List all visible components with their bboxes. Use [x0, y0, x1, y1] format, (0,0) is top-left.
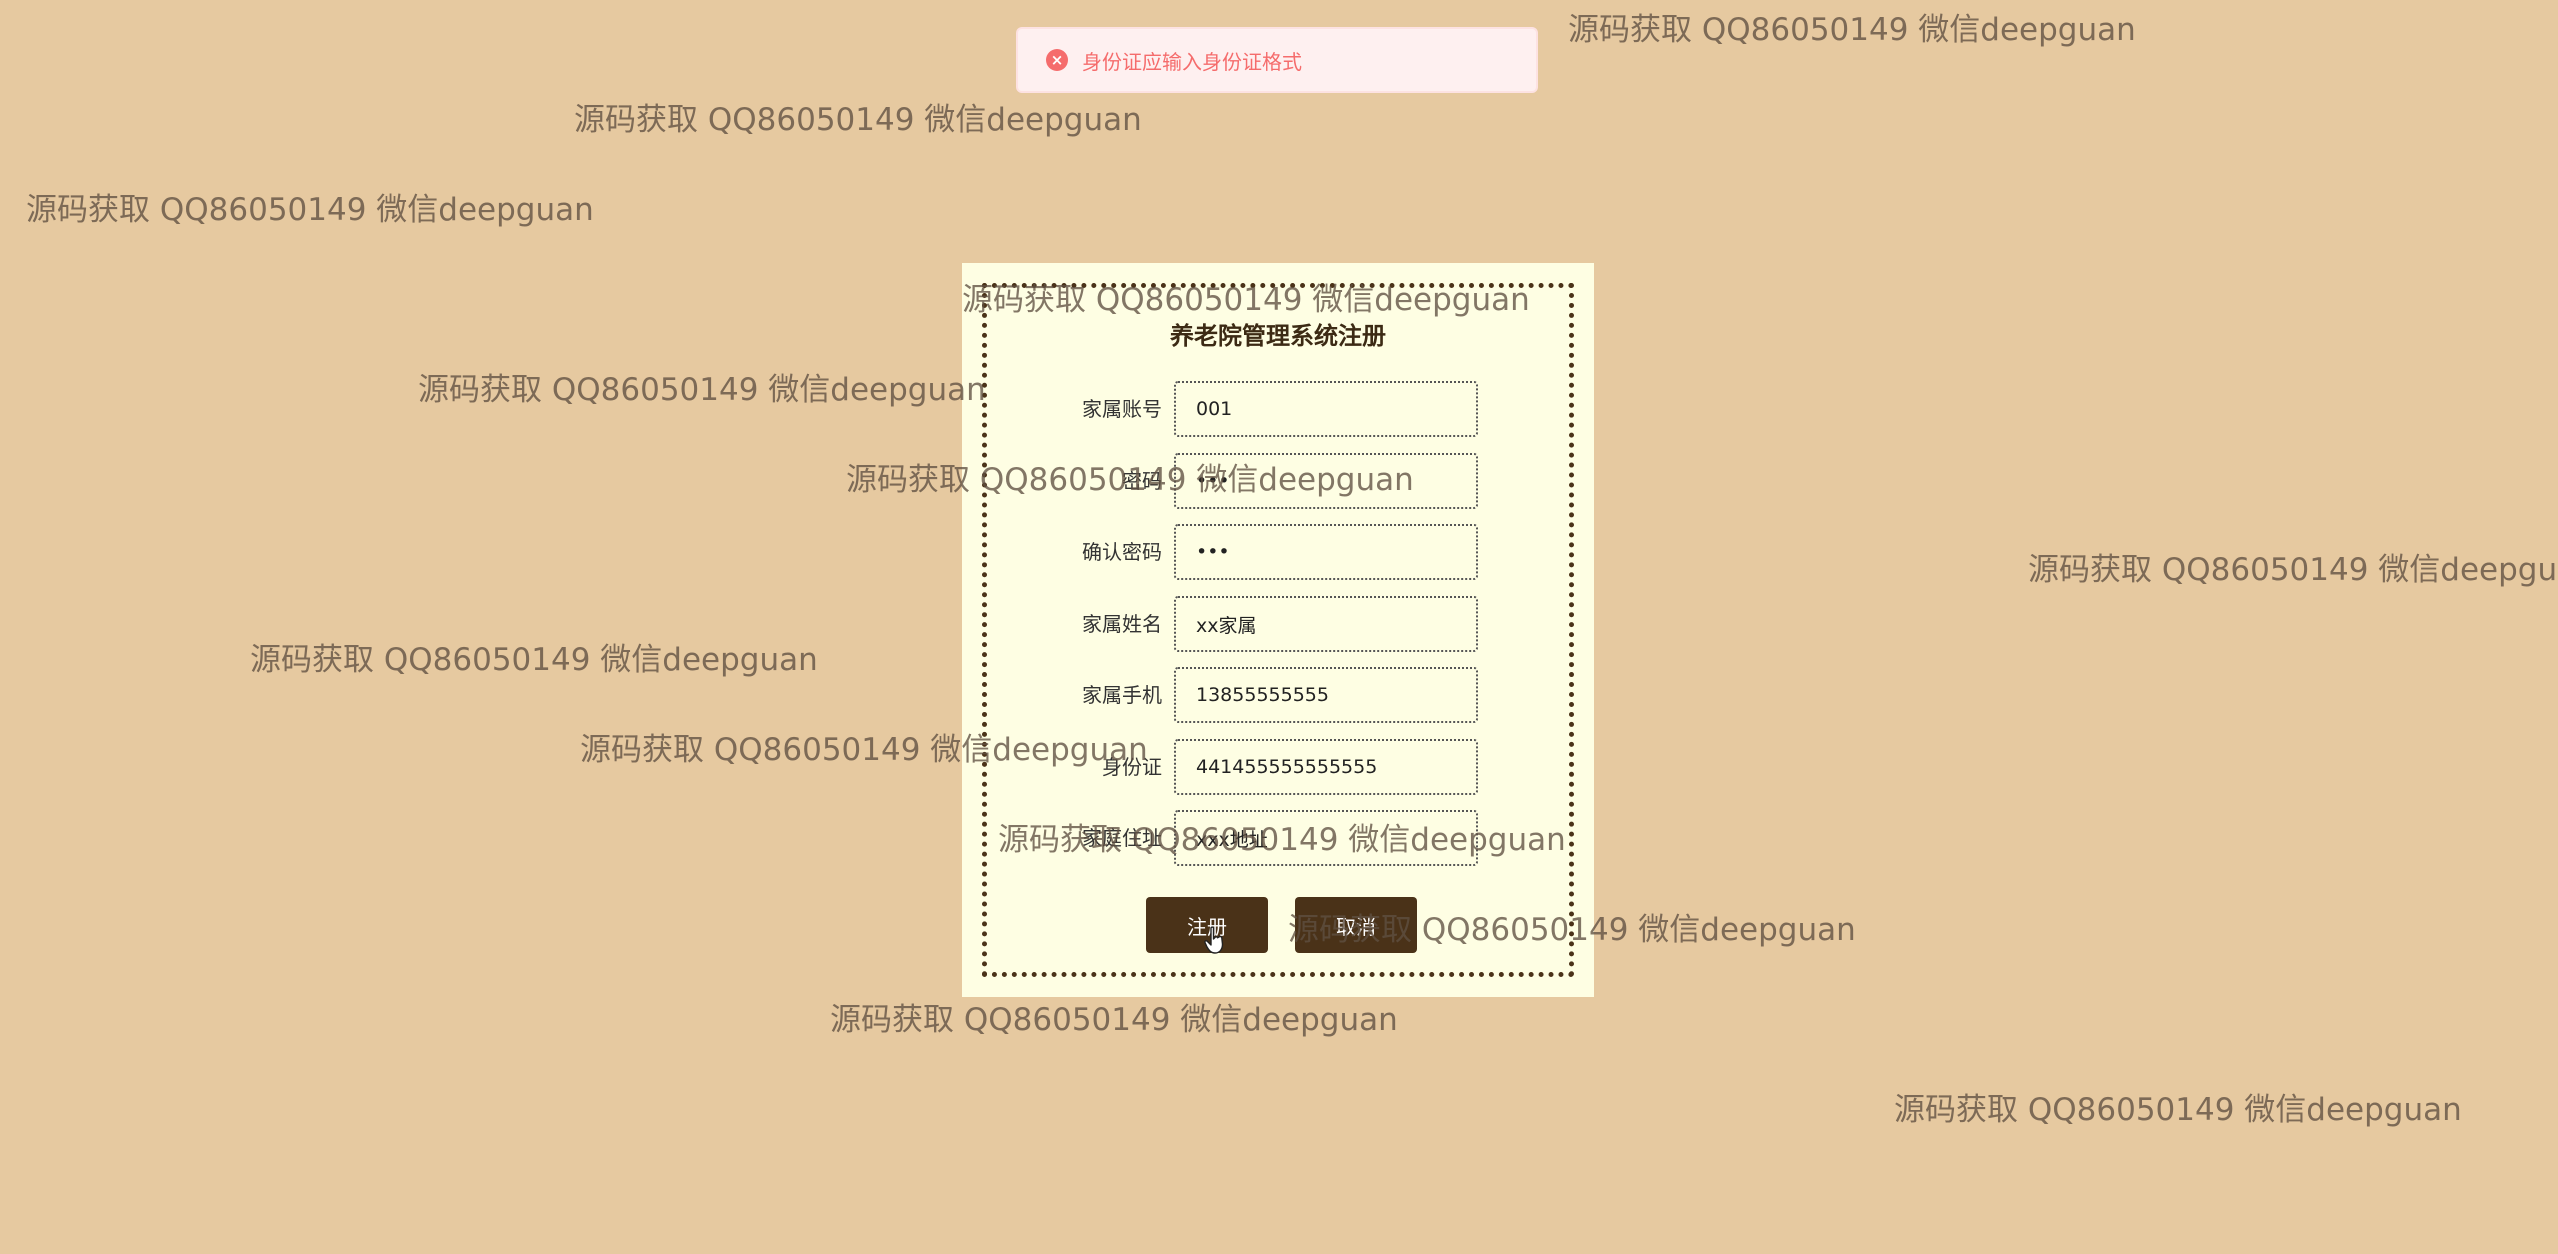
watermark-text: 源码获取 QQ86050149 微信deepguan	[1894, 1092, 2462, 1128]
form-row-account: 家属账号	[962, 381, 1594, 437]
watermark-text: 源码获取 QQ86050149 微信deepguan	[830, 1002, 1398, 1038]
register-card: 养老院管理系统注册 家属账号 密码 确认密码 家属姓名 家属手机 身份证 家庭住…	[962, 263, 1594, 997]
watermark-text: 源码获取 QQ86050149 微信deepguan	[574, 102, 1142, 138]
cancel-button[interactable]: 取消	[1295, 897, 1417, 953]
password-label: 密码	[1122, 469, 1162, 493]
account-label: 家属账号	[1082, 397, 1162, 421]
confirm-password-label: 确认密码	[1082, 540, 1162, 564]
form-row-name: 家属姓名	[962, 596, 1594, 652]
id-card-input[interactable]	[1174, 739, 1478, 795]
watermark-text: 源码获取 QQ86050149 微信deepguan	[418, 372, 986, 408]
name-label: 家属姓名	[1082, 612, 1162, 636]
hand-cursor-icon	[1204, 926, 1224, 954]
toast-message: 身份证应输入身份证格式	[1082, 49, 1302, 74]
form-row-address: 家庭住址	[962, 810, 1594, 866]
phone-label: 家属手机	[1082, 683, 1162, 707]
account-input[interactable]	[1174, 381, 1478, 437]
watermark-text: 源码获取 QQ86050149 微信deepguan	[250, 642, 818, 678]
watermark-text: 源码获取 QQ86050149 微信deepguan	[26, 192, 594, 228]
name-input[interactable]	[1174, 596, 1478, 652]
password-input[interactable]	[1174, 453, 1478, 509]
phone-input[interactable]	[1174, 667, 1478, 723]
form-row-phone: 家属手机	[962, 667, 1594, 723]
page-title: 养老院管理系统注册	[1170, 322, 1386, 350]
address-label: 家庭住址	[1082, 826, 1162, 850]
error-toast: × 身份证应输入身份证格式	[1016, 27, 1538, 93]
form-row-password: 密码	[962, 453, 1594, 509]
confirm-password-input[interactable]	[1174, 524, 1478, 580]
id-card-label: 身份证	[1102, 755, 1162, 779]
form-row-confirm-password: 确认密码	[962, 524, 1594, 580]
form-row-id-card: 身份证	[962, 739, 1594, 795]
watermark-text: 源码获取 QQ86050149 微信deepguan	[2028, 552, 2558, 588]
error-circle-icon: ×	[1046, 49, 1068, 71]
watermark-text: 源码获取 QQ86050149 微信deepguan	[1568, 12, 2136, 48]
address-input[interactable]	[1174, 810, 1478, 866]
